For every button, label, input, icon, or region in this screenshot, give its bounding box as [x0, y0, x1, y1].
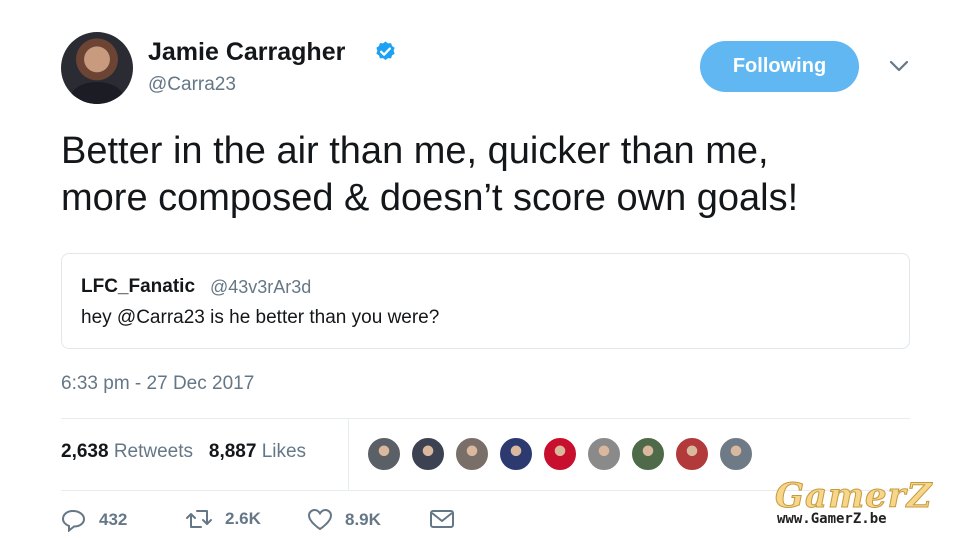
reply-button[interactable]: 432 [61, 508, 127, 532]
chevron-down-icon[interactable] [888, 58, 910, 74]
quoted-author-handle: @43v3rAr3d [210, 277, 312, 297]
retweets-count: 2,638 [61, 441, 109, 462]
likes-count: 8,887 [208, 441, 257, 462]
retweets-stat[interactable]: 2,638 Retweets [61, 441, 193, 462]
liker-avatar[interactable] [542, 436, 578, 472]
author-handle[interactable]: @Carra23 [148, 74, 236, 96]
heart-icon [307, 508, 333, 531]
tweet-stats: 2,638 Retweets 8,887 Likes [61, 441, 306, 463]
liker-avatar[interactable] [674, 436, 710, 472]
tweet-text-line-1: Better in the air than me, quicker than … [61, 130, 769, 172]
liker-avatar[interactable] [586, 436, 622, 472]
liker-avatar[interactable] [498, 436, 534, 472]
quoted-tweet[interactable]: LFC_Fanatic @43v3rAr3d hey @Carra23 is h… [61, 253, 910, 349]
watermark: GamerZ www.GamerZ.be [774, 476, 940, 530]
liker-avatar[interactable] [366, 436, 402, 472]
author-name[interactable]: Jamie Carragher [148, 38, 345, 67]
retweets-label: Retweets [113, 441, 194, 462]
tweet-text-line-2: more composed & doesn’t score own goals! [61, 177, 799, 219]
likes-stat[interactable]: 8,887 Likes [209, 441, 306, 462]
following-button[interactable]: Following [700, 41, 859, 92]
liker-avatar[interactable] [410, 436, 446, 472]
liker-avatar[interactable] [718, 436, 754, 472]
direct-message-button[interactable] [429, 508, 467, 530]
quoted-tweet-text: hey @Carra23 is he better than you were? [81, 307, 440, 328]
watermark-url: www.GamerZ.be [777, 511, 887, 527]
retweet-button[interactable]: 2.6K [185, 508, 261, 530]
liker-avatar[interactable] [454, 436, 490, 472]
watermark-logo: GamerZ [774, 476, 933, 517]
divider [348, 419, 349, 490]
retweet-count: 2.6K [225, 509, 261, 528]
author-avatar[interactable] [61, 32, 133, 104]
like-count: 8.9K [345, 510, 381, 529]
verified-badge-icon [376, 41, 395, 61]
reply-icon [61, 509, 86, 532]
likes-label: Likes [261, 441, 307, 462]
tweet-text: Better in the air than me, quicker than … [61, 128, 921, 222]
tweet-timestamp[interactable]: 6:33 pm - 27 Dec 2017 [61, 373, 254, 395]
divider [61, 418, 910, 419]
liker-avatar[interactable] [630, 436, 666, 472]
reply-count: 432 [99, 510, 128, 529]
quoted-author-name: LFC_Fanatic [81, 276, 196, 297]
retweet-icon [186, 510, 212, 528]
envelope-icon [430, 510, 454, 528]
like-button[interactable]: 8.9K [307, 508, 381, 532]
